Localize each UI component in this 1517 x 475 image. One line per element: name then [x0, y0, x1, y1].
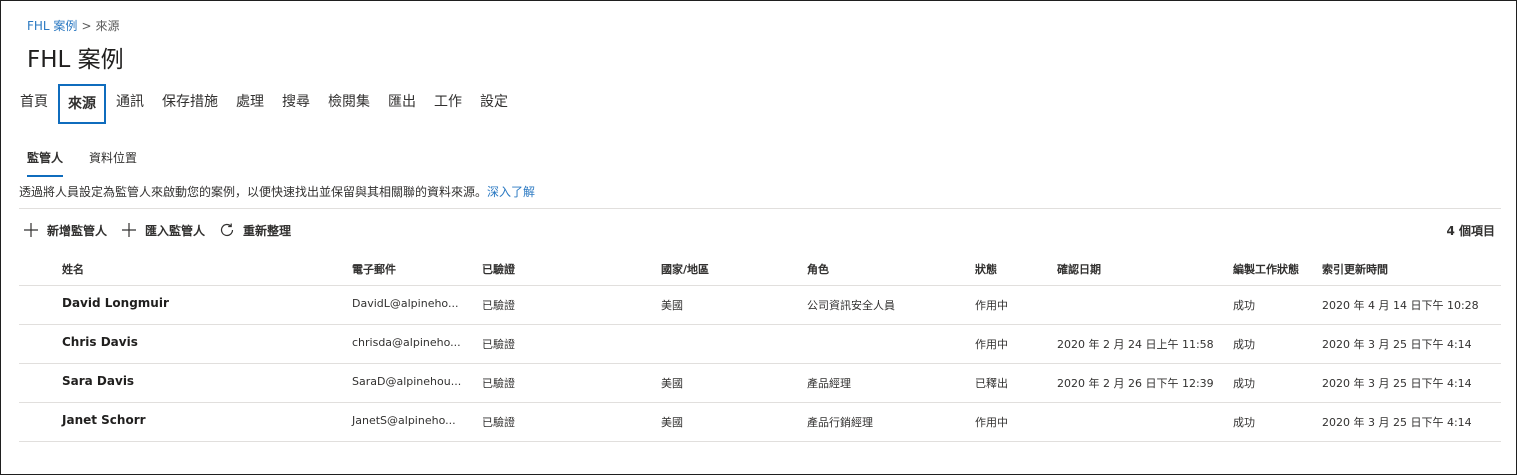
page-title: FHL 案例 [27, 47, 124, 73]
custodian-email: SaraD@alpinehou... [352, 375, 462, 388]
verified-status: 已驗證 [482, 338, 515, 351]
verified-status: 已驗證 [482, 377, 515, 390]
row-divider [19, 402, 1501, 403]
breadcrumb-parent-link[interactable]: FHL 案例 [27, 19, 77, 33]
custodian-name[interactable]: Sara Davis [62, 374, 134, 388]
custodian-name[interactable]: Chris Davis [62, 335, 138, 349]
tab-processing[interactable]: 處理 [228, 84, 272, 124]
role: 產品行銷經理 [807, 416, 873, 429]
column-header-verified[interactable]: 已驗證 [482, 261, 515, 277]
tab-review-sets[interactable]: 檢閱集 [320, 84, 378, 124]
tab-home[interactable]: 首頁 [12, 84, 56, 124]
indexing-status: 成功 [1233, 377, 1255, 390]
plus-icon [24, 223, 38, 237]
description-text: 透過將人員設定為監管人來啟動您的案例，以便快速找出並保留與其相關聯的資料來源。 [19, 185, 488, 199]
ack-date: 2020 年 2 月 24 日上午 11:58 [1057, 338, 1214, 351]
tab-communications[interactable]: 通訊 [108, 84, 152, 124]
country: 美國 [661, 377, 683, 390]
tab-settings[interactable]: 設定 [472, 84, 516, 124]
breadcrumb-current: 來源 [95, 19, 120, 33]
column-header-ack-date[interactable]: 確認日期 [1057, 261, 1101, 277]
refresh-label: 重新整理 [243, 223, 292, 238]
custodian-name[interactable]: Janet Schorr [62, 413, 146, 427]
add-custodian-button[interactable]: 新增監管人 [23, 222, 107, 239]
learn-more-link[interactable]: 深入了解 [487, 185, 535, 199]
subtab-data-locations[interactable]: 資料位置 [89, 149, 137, 177]
description: 透過將人員設定為監管人來啟動您的案例，以便快速找出並保留與其相關聯的資料來源。深… [19, 183, 535, 200]
tab-sources[interactable]: 來源 [58, 84, 106, 124]
indexing-status: 成功 [1233, 338, 1255, 351]
column-header-email[interactable]: 電子郵件 [352, 261, 396, 277]
country: 美國 [661, 299, 683, 312]
index-updated: 2020 年 4 月 14 日下午 10:28 [1322, 299, 1479, 312]
divider [19, 208, 1501, 209]
import-custodians-label: 匯入監管人 [145, 223, 206, 238]
index-updated: 2020 年 3 月 25 日下午 4:14 [1322, 416, 1472, 429]
status: 作用中 [975, 338, 1008, 351]
column-header-name[interactable]: 姓名 [62, 261, 84, 277]
header-divider [19, 285, 1501, 286]
status: 已釋出 [975, 377, 1008, 390]
import-custodians-button[interactable]: 匯入監管人 [121, 222, 205, 239]
role: 公司資訊安全人員 [807, 299, 895, 312]
tab-jobs[interactable]: 工作 [426, 84, 470, 124]
indexing-status: 成功 [1233, 416, 1255, 429]
verified-status: 已驗證 [482, 299, 515, 312]
custodian-name[interactable]: David Longmuir [62, 296, 169, 310]
index-updated: 2020 年 3 月 25 日下午 4:14 [1322, 377, 1472, 390]
country: 美國 [661, 416, 683, 429]
item-count: 4 個項目 [1446, 224, 1495, 238]
custodian-email: chrisda@alpineho... [352, 336, 461, 349]
column-header-index-updated[interactable]: 索引更新時間 [1322, 261, 1388, 277]
row-divider [19, 324, 1501, 325]
verified-status: 已驗證 [482, 416, 515, 429]
breadcrumb-separator: > [81, 19, 92, 33]
main-tabs: 首頁 來源 通訊 保存措施 處理 搜尋 檢閱集 匯出 工作 設定 [12, 84, 518, 124]
sub-tabs: 監管人 資料位置 [27, 149, 163, 177]
status: 作用中 [975, 416, 1008, 429]
subtab-custodians[interactable]: 監管人 [27, 149, 64, 177]
tab-searches[interactable]: 搜尋 [274, 84, 318, 124]
column-header-country[interactable]: 國家/地區 [661, 261, 709, 277]
status: 作用中 [975, 299, 1008, 312]
column-header-role[interactable]: 角色 [807, 261, 829, 277]
custodian-email: DavidL@alpineho... [352, 297, 459, 310]
role: 產品經理 [807, 377, 851, 390]
row-divider [19, 363, 1501, 364]
custodian-email: JanetS@alpineho... [352, 414, 456, 427]
indexing-status: 成功 [1233, 299, 1255, 312]
index-updated: 2020 年 3 月 25 日下午 4:14 [1322, 338, 1472, 351]
add-custodian-label: 新增監管人 [47, 223, 108, 238]
refresh-icon [220, 223, 234, 237]
command-bar: 新增監管人 匯入監管人 重新整理 [23, 220, 305, 240]
row-divider [19, 441, 1501, 442]
ack-date: 2020 年 2 月 26 日下午 12:39 [1057, 377, 1214, 390]
column-header-status[interactable]: 狀態 [975, 261, 997, 277]
breadcrumb: FHL 案例 > 來源 [27, 17, 120, 34]
tab-holds[interactable]: 保存措施 [154, 84, 226, 124]
column-header-indexing-status[interactable]: 編製工作狀態 [1233, 261, 1299, 277]
refresh-button[interactable]: 重新整理 [219, 222, 291, 239]
tab-exports[interactable]: 匯出 [380, 84, 424, 124]
plus-icon [122, 223, 137, 237]
